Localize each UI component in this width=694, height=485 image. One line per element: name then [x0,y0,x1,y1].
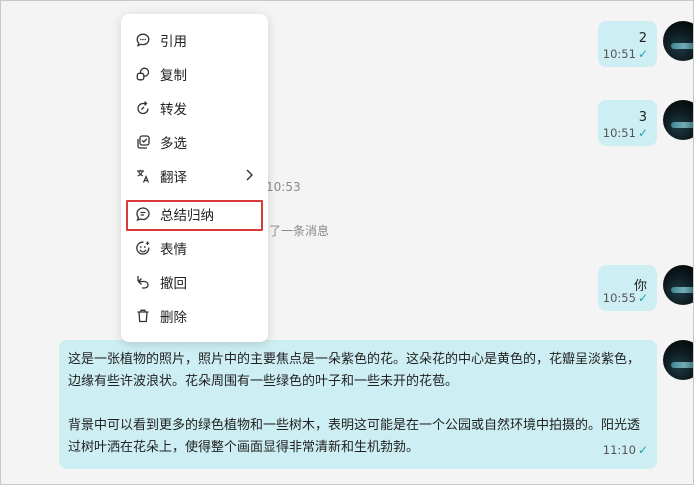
avatar[interactable] [663,21,693,61]
avatar[interactable] [663,265,693,305]
menu-item-emoji[interactable]: 表情 [121,231,268,265]
menu-item-label: 复制 [160,68,187,84]
message-meta: 11:10 ✓ [603,439,648,461]
read-check-icon: ✓ [637,443,648,457]
menu-item-copy[interactable]: 复制 [121,57,268,91]
emoji-icon [135,240,151,256]
read-check-icon: ✓ [637,47,648,61]
translate-icon [135,168,151,184]
menu-item-forward[interactable]: 转发 [121,91,268,125]
context-menu: 引用 复制 转发 多选 翻译 总结归纳 表情 撤回 删除 [121,14,268,342]
avatar[interactable] [663,100,693,140]
message-meta: 10:51 ✓ [603,126,648,140]
menu-item-label: 多选 [160,136,187,152]
copy-icon [135,66,151,82]
message-time: 10:55 [602,291,636,305]
long-message-bubble[interactable]: 这是一张植物的照片，照片中的主要焦点是一朵紫色的花。这朵花的中心是黄色的，花瓣呈… [59,340,657,469]
chat-window: 2 10:51 ✓ 3 10:51 ✓ 10:53 了一条消息 你 10:55 … [0,0,694,485]
message-bubble[interactable]: 你 10:55 ✓ [598,265,657,311]
multi-select-icon [135,134,151,150]
trash-icon [135,308,151,324]
message-bubble[interactable]: 3 10:51 ✓ [598,100,657,146]
message-meta: 10:51 ✓ [603,47,648,61]
chevron-right-icon [246,169,253,181]
menu-item-label: 删除 [160,310,187,326]
menu-item-quote[interactable]: 引用 [121,23,268,57]
message-meta: 10:55 ✓ [603,291,648,305]
timestamp-divider: 10:53 [266,180,301,194]
message-text: 3 [638,110,647,125]
menu-item-label: 撤回 [160,276,187,292]
menu-item-label: 转发 [160,102,187,118]
message-bubble[interactable]: 2 10:51 ✓ [598,21,657,67]
message-text: 2 [638,31,647,46]
message-paragraph: 背景中可以看到更多的绿色植物和一些树木，表明这可能是在一个公园或自然环境中拍摄的… [68,418,641,455]
read-check-icon: ✓ [637,126,648,140]
message-paragraph: 这是一张植物的照片，照片中的主要焦点是一朵紫色的花。这朵花的中心是黄色的，花瓣呈… [68,352,641,389]
menu-item-label: 表情 [160,242,187,258]
menu-item-label: 翻译 [160,170,187,186]
menu-item-summarize[interactable]: 总结归纳 [121,197,268,231]
recall-notice: 了一条消息 [269,224,330,238]
menu-item-recall[interactable]: 撤回 [121,265,268,299]
message-time: 10:51 [602,47,636,61]
menu-item-translate[interactable]: 翻译 [121,159,268,193]
forward-icon [135,100,151,116]
summarize-icon [135,206,151,222]
menu-item-label: 引用 [160,34,187,50]
message-time: 10:51 [602,126,636,140]
recall-icon [135,274,151,290]
menu-item-multi-select[interactable]: 多选 [121,125,268,159]
quote-icon [135,32,151,48]
menu-item-delete[interactable]: 删除 [121,299,268,333]
message-time: 11:10 [602,443,636,457]
read-check-icon: ✓ [637,291,648,305]
menu-item-label: 总结归纳 [160,208,214,224]
avatar[interactable] [663,340,693,380]
